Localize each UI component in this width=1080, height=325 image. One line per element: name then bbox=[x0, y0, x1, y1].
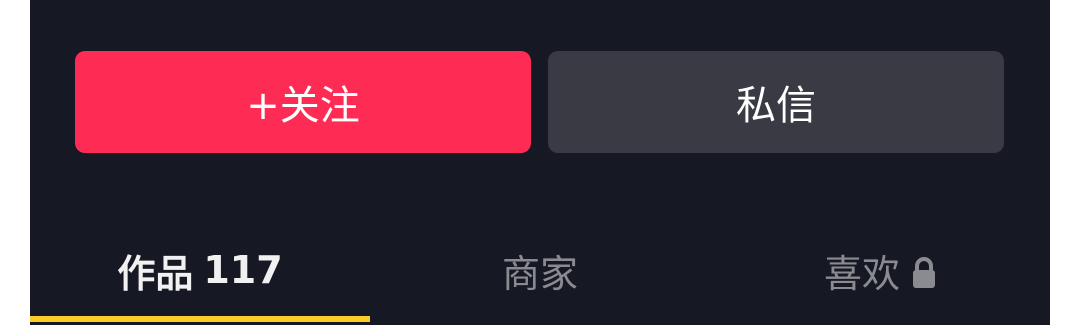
tab-shop[interactable]: 商家 bbox=[370, 225, 710, 315]
profile-tabs: 作品 117 商家 喜欢 bbox=[30, 225, 1050, 315]
message-button[interactable]: 私信 bbox=[548, 51, 1004, 153]
message-button-label: 私信 bbox=[736, 83, 816, 129]
follow-button[interactable]: +关注 bbox=[75, 51, 531, 153]
profile-action-panel: +关注 私信 作品 117 商家 喜欢 bbox=[30, 0, 1050, 325]
follow-button-label: +关注 bbox=[246, 83, 360, 129]
tab-works[interactable]: 作品 117 bbox=[30, 225, 370, 315]
lock-icon bbox=[912, 255, 936, 289]
tab-likes-label: 喜欢 bbox=[823, 251, 900, 296]
tab-works-label: 作品 bbox=[117, 251, 194, 296]
tab-shop-label: 商家 bbox=[501, 251, 578, 296]
tab-likes[interactable]: 喜欢 bbox=[710, 225, 1050, 315]
tab-works-count: 117 bbox=[203, 248, 283, 292]
active-tab-indicator bbox=[30, 316, 370, 322]
